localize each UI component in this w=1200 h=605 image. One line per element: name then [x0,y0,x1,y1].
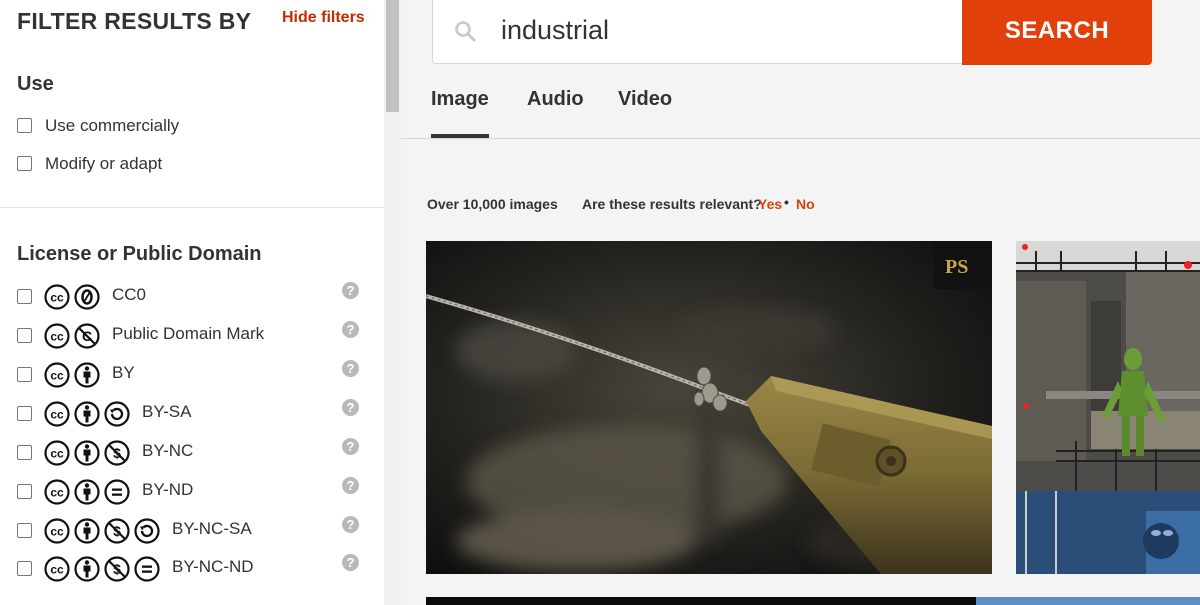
result-image-row2-b[interactable] [976,597,1200,605]
search-icon [455,21,476,42]
use-commercially-checkbox[interactable] [17,118,32,133]
svg-text:cc: cc [50,408,64,422]
svg-text:cc: cc [50,486,64,500]
nd-icon [134,556,160,582]
tab-audio[interactable]: Audio [527,88,584,111]
license-label: BY-NC-ND [172,557,254,576]
svg-text:cc: cc [50,369,64,383]
license-checkbox[interactable] [17,328,32,343]
svg-text:cc: cc [50,447,64,461]
license-icons: cc $ [44,440,130,466]
use-heading: Use [17,73,54,95]
nc-icon: $ [104,518,130,544]
relevance-yes-link[interactable]: Yes [758,196,782,212]
nc-icon: $ [104,556,130,582]
help-icon[interactable]: ? [342,516,359,533]
svg-text:cc: cc [50,525,64,539]
license-icons: cc [44,362,100,388]
active-tab-indicator [431,134,489,138]
relevance-separator: • [784,194,789,210]
svg-text:cc: cc [50,330,64,344]
cc-icon: cc [44,518,70,544]
sidebar-scrollbar-thumb[interactable] [386,0,399,112]
tab-image[interactable]: Image [431,88,489,111]
nc-icon: $ [104,440,130,466]
license-checkbox[interactable] [17,406,32,421]
help-icon[interactable]: ? [342,399,359,416]
zero-icon [74,284,100,310]
license-checkbox[interactable] [17,289,32,304]
license-label: BY [112,363,135,382]
cc-icon: cc [44,479,70,505]
modify-adapt-label: Modify or adapt [45,154,163,173]
svg-text:cc: cc [50,291,64,305]
svg-text:cc: cc [50,563,64,577]
by-icon [74,556,100,582]
tab-video[interactable]: Video [618,88,672,111]
license-icons: cc C [44,323,100,349]
search-input[interactable]: industrial [432,0,962,64]
results-count: Over 10,000 images [427,196,558,212]
license-icons: cc [44,479,130,505]
license-checkbox[interactable] [17,561,32,576]
factory-photo [1016,241,1200,574]
by-icon [74,479,100,505]
search-query-text: industrial [501,15,610,45]
modify-adapt-checkbox[interactable] [17,156,32,171]
cc-icon: cc [44,440,70,466]
relevance-question: Are these results relevant? [582,196,762,212]
help-icon[interactable]: ? [342,282,359,299]
filter-sidebar: FILTER RESULTS BY Hide filters Use Use c… [0,0,384,605]
filter-title: FILTER RESULTS BY [17,8,252,34]
license-icons: cc $ [44,518,160,544]
sa-icon [104,401,130,427]
section-divider [0,207,384,208]
public-domain-icon: C [74,323,100,349]
help-icon[interactable]: ? [342,438,359,455]
media-tabs: Image Audio Video [401,72,1200,139]
by-icon [74,440,100,466]
help-icon[interactable]: ? [342,554,359,571]
license-checkbox[interactable] [17,484,32,499]
license-label: BY-NC [142,441,194,460]
main-content: industrial SEARCH Image Audio Video Over… [401,0,1200,605]
license-label: BY-NC-SA [172,519,252,538]
license-label: BY-SA [142,402,192,421]
license-label: BY-ND [142,480,194,499]
relevance-no-link[interactable]: No [796,196,815,212]
result-image-row2-a[interactable] [426,597,992,605]
hide-filters-link[interactable]: Hide filters [282,9,365,27]
cc-icon: cc [44,362,70,388]
search-button[interactable]: SEARCH [962,0,1152,65]
nd-icon [104,479,130,505]
cc-icon: cc [44,556,70,582]
license-label: Public Domain Mark [112,324,265,343]
cable-photo: PS [426,241,992,574]
license-checkbox[interactable] [17,367,32,382]
cc-icon: cc [44,323,70,349]
license-heading: License or Public Domain [17,243,262,265]
use-commercially-label: Use commercially [45,116,180,135]
photo-watermark: PS [945,256,968,278]
help-icon[interactable]: ? [342,477,359,494]
by-icon [74,401,100,427]
by-icon [74,518,100,544]
license-checkbox[interactable] [17,445,32,460]
license-icons: cc $ [44,556,160,582]
cc-icon: cc [44,284,70,310]
sidebar-scrollbar[interactable] [384,0,401,605]
license-icons: cc [44,284,100,310]
by-icon [74,362,100,388]
license-label: CC0 [112,285,147,304]
result-image-cable[interactable]: PS [426,241,992,574]
help-icon[interactable]: ? [342,321,359,338]
license-icons: cc [44,401,130,427]
cc-icon: cc [44,401,70,427]
help-icon[interactable]: ? [342,360,359,377]
license-checkbox[interactable] [17,523,32,538]
sa-icon [134,518,160,544]
result-image-factory[interactable] [1016,241,1200,574]
